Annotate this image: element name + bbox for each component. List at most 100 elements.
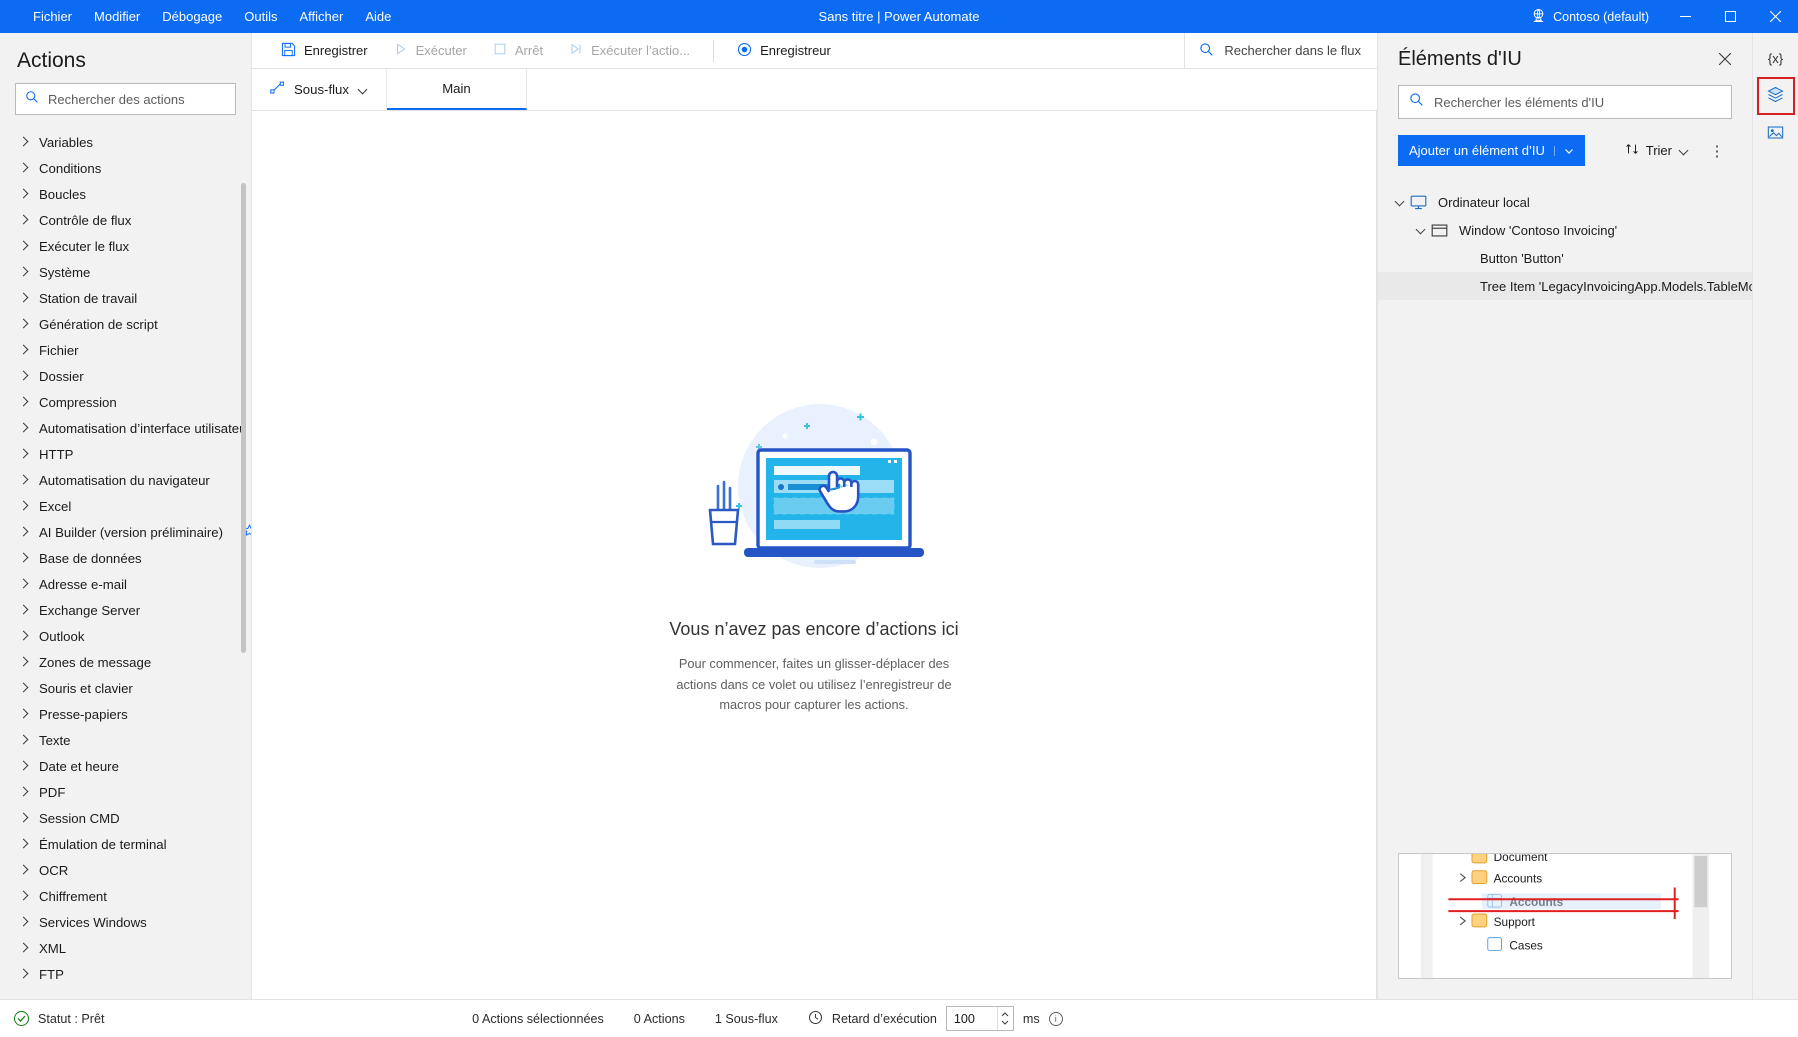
more-options-icon[interactable]: ⋮ <box>1702 136 1732 166</box>
menu-debogage[interactable]: Débogage <box>151 5 233 28</box>
actions-search-input[interactable] <box>48 92 226 107</box>
ui-elements-rail-button[interactable] <box>1759 79 1793 113</box>
actions-category-label: Émulation de terminal <box>39 837 167 852</box>
actions-category-item[interactable]: Exchange Server <box>0 597 251 623</box>
actions-scrollbar[interactable] <box>241 183 246 653</box>
actions-category-item[interactable]: Contrôle de flux <box>0 207 251 233</box>
execution-delay-input[interactable] <box>947 1012 997 1026</box>
close-icon[interactable] <box>1710 44 1740 74</box>
subflow-label: Sous-flux <box>294 82 349 97</box>
chevron-right-icon <box>19 710 28 719</box>
menu-outils[interactable]: Outils <box>233 5 288 28</box>
flow-search-button[interactable]: Rechercher dans le flux <box>1184 33 1377 69</box>
actions-category-item[interactable]: Variables <box>0 129 251 155</box>
chevron-down-icon[interactable] <box>1392 194 1408 210</box>
actions-count: 0 Actions <box>634 1012 685 1026</box>
actions-category-item[interactable]: Services Windows <box>0 909 251 935</box>
actions-category-item[interactable]: Presse-papiers <box>0 701 251 727</box>
globe-icon <box>1531 8 1546 26</box>
actions-category-label: Génération de script <box>39 317 158 332</box>
run-button[interactable]: Exécuter <box>381 37 480 65</box>
recorder-button[interactable]: Enregistreur <box>724 37 844 65</box>
chevron-down-icon[interactable] <box>1554 146 1574 156</box>
actions-category-label: Système <box>39 265 90 280</box>
stop-button[interactable]: Arrêt <box>480 37 556 65</box>
actions-category-label: Souris et clavier <box>39 681 133 696</box>
actions-category-item[interactable]: Souris et clavier <box>0 675 251 701</box>
menu-modifier[interactable]: Modifier <box>83 5 151 28</box>
tab-main[interactable]: Main <box>387 69 527 110</box>
save-button[interactable]: Enregistrer <box>268 37 381 65</box>
actions-category-item[interactable]: Dossier <box>0 363 251 389</box>
minimize-button[interactable] <box>1663 0 1708 33</box>
variables-rail-button[interactable]: {x} <box>1759 41 1793 75</box>
actions-category-item[interactable]: AI Builder (version préliminaire) <box>0 519 251 545</box>
stepper-arrows[interactable] <box>997 1007 1013 1030</box>
actions-category-item[interactable]: Compression <box>0 389 251 415</box>
chevron-down-icon[interactable] <box>1413 222 1429 238</box>
actions-category-item[interactable]: Session CMD <box>0 805 251 831</box>
actions-category-item[interactable]: Excel <box>0 493 251 519</box>
actions-category-item[interactable]: Conditions <box>0 155 251 181</box>
actions-category-label: Session CMD <box>39 811 120 826</box>
menu-fichier[interactable]: Fichier <box>22 5 83 28</box>
environment-selector[interactable]: Contoso (default) <box>1523 0 1663 33</box>
ui-element-tree-row[interactable]: Window 'Contoso Invoicing' <box>1378 216 1752 244</box>
actions-category-item[interactable]: Génération de script <box>0 311 251 337</box>
actions-category-item[interactable]: Chiffrement <box>0 883 251 909</box>
ui-elements-actions: Ajouter un élément d’IU Trier <box>1378 119 1752 166</box>
info-icon[interactable]: i <box>1049 1012 1063 1026</box>
actions-category-item[interactable]: Système <box>0 259 251 285</box>
ui-element-tree-row[interactable]: Button 'Button' <box>1378 244 1752 272</box>
actions-category-label: Excel <box>39 499 71 514</box>
chevron-right-icon <box>19 138 28 147</box>
subflows-count: 1 Sous-flux <box>715 1012 778 1026</box>
close-button[interactable] <box>1753 0 1798 33</box>
stop-label: Arrêt <box>515 43 543 58</box>
add-ui-element-button[interactable]: Ajouter un élément d’IU <box>1398 135 1585 166</box>
actions-category-label: Outlook <box>39 629 84 644</box>
actions-category-item[interactable]: Date et heure <box>0 753 251 779</box>
chevron-right-icon <box>19 970 28 979</box>
menu-aide[interactable]: Aide <box>354 5 402 28</box>
actions-category-item[interactable]: PDF <box>0 779 251 805</box>
ui-search-box[interactable] <box>1398 85 1732 119</box>
actions-category-item[interactable]: Automatisation d’interface utilisateu <box>0 415 251 441</box>
actions-category-item[interactable]: Base de données <box>0 545 251 571</box>
title-bar: Fichier Modifier Débogage Outils Affiche… <box>0 0 1798 33</box>
actions-category-item[interactable]: XML <box>0 935 251 961</box>
actions-category-item[interactable]: Zones de message <box>0 649 251 675</box>
layers-icon <box>1767 86 1784 106</box>
actions-category-item[interactable]: HTTP <box>0 441 251 467</box>
ui-search-input[interactable] <box>1434 95 1721 110</box>
actions-category-item[interactable]: Adresse e-mail <box>0 571 251 597</box>
actions-category-item[interactable]: Fichier <box>0 337 251 363</box>
images-rail-button[interactable] <box>1759 117 1793 151</box>
maximize-button[interactable] <box>1708 0 1753 33</box>
sort-button[interactable]: Trier <box>1616 136 1698 166</box>
flow-canvas[interactable]: Vous n’avez pas encore d’actions ici Pou… <box>252 111 1377 999</box>
execution-delay-stepper[interactable] <box>946 1006 1014 1031</box>
actions-category-item[interactable]: FTP <box>0 961 251 987</box>
actions-search-box[interactable] <box>15 83 236 115</box>
search-icon <box>1199 42 1214 60</box>
search-icon <box>1409 92 1424 112</box>
svg-text:Support: Support <box>1494 915 1536 929</box>
ui-element-tree-row[interactable]: Tree Item 'LegacyInvoicingApp.Models.Tab… <box>1378 272 1752 300</box>
run-action-button[interactable]: Exécuter l’actio... <box>556 37 703 65</box>
recorder-label: Enregistreur <box>760 43 831 58</box>
actions-category-item[interactable]: Automatisation du navigateur <box>0 467 251 493</box>
ui-element-tree-row[interactable]: Ordinateur local <box>1378 188 1752 216</box>
actions-pane: Actions VariablesConditionsBouclesContrô… <box>0 33 252 999</box>
actions-category-item[interactable]: OCR <box>0 857 251 883</box>
actions-category-item[interactable]: Texte <box>0 727 251 753</box>
chevron-down-icon <box>1679 146 1689 156</box>
subflow-dropdown[interactable]: Sous-flux <box>252 69 387 110</box>
menu-afficher[interactable]: Afficher <box>289 5 355 28</box>
actions-category-item[interactable]: Exécuter le flux <box>0 233 251 259</box>
actions-category-item[interactable]: Station de travail <box>0 285 251 311</box>
chevron-right-icon <box>19 294 28 303</box>
actions-category-item[interactable]: Émulation de terminal <box>0 831 251 857</box>
actions-category-item[interactable]: Outlook <box>0 623 251 649</box>
actions-category-item[interactable]: Boucles <box>0 181 251 207</box>
